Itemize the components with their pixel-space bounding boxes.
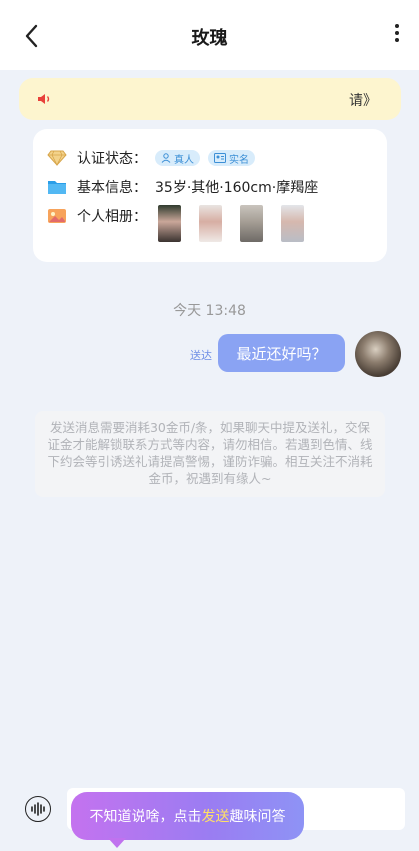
album-photo[interactable] xyxy=(199,205,222,242)
album-photo[interactable] xyxy=(240,205,263,242)
real-name-badge: 实名 xyxy=(208,150,255,166)
voice-input-icon[interactable] xyxy=(25,796,51,822)
system-notice: 发送消息需要消耗30金币/条，如果聊天中提及送礼，交保证金才能解锁联系方式等内容… xyxy=(35,411,385,497)
more-options-icon[interactable] xyxy=(391,22,403,50)
basic-info-label: 基本信息： xyxy=(77,180,147,196)
album-photos xyxy=(158,205,322,242)
sent-message-bubble[interactable]: 最近还好吗？ xyxy=(218,334,345,372)
notice-bar[interactable]: 请》 xyxy=(19,78,401,120)
speaker-icon xyxy=(37,91,53,110)
basic-info-row: 基本信息： 35岁·其他·160cm·摩羯座 xyxy=(47,176,318,198)
notice-ticker-text: 请》 xyxy=(349,93,377,109)
auth-status-label: 认证状态： xyxy=(77,151,147,167)
auth-status-row: 认证状态： 真人 实名 xyxy=(47,147,263,169)
page-title: 玫瑰 xyxy=(191,28,228,49)
fun-qa-tip[interactable]: 不知道说啥，点击 发送 趣味问答 xyxy=(71,792,304,840)
person-icon xyxy=(161,153,171,163)
tip-suffix: 趣味问答 xyxy=(229,809,286,825)
photo-album-icon xyxy=(47,207,67,225)
header: 玫瑰 xyxy=(0,0,419,70)
profile-info-card: 认证状态： 真人 实名 基本信息： 35岁·其他·160cm·摩羯座 个人相册： xyxy=(33,129,387,262)
real-name-badge-label: 实名 xyxy=(229,154,249,166)
album-photo[interactable] xyxy=(281,205,304,242)
tip-send-link[interactable]: 发送 xyxy=(202,806,230,826)
folder-icon xyxy=(47,178,67,196)
real-person-badge-label: 真人 xyxy=(174,154,194,166)
album-label: 个人相册： xyxy=(77,209,147,225)
chat-timestamp: 今天 13:48 xyxy=(173,303,246,319)
delivery-status: 送达 xyxy=(190,349,212,362)
real-person-badge: 真人 xyxy=(155,150,200,166)
album-photo[interactable] xyxy=(158,205,181,242)
avatar[interactable] xyxy=(355,331,401,377)
diamond-icon xyxy=(47,149,67,167)
album-row: 个人相册： xyxy=(47,205,155,227)
tip-prefix: 不知道说啥，点击 xyxy=(89,809,202,825)
id-card-icon xyxy=(214,153,226,163)
basic-info-value: 35岁·其他·160cm·摩羯座 xyxy=(155,180,319,196)
tip-arrow xyxy=(108,838,126,848)
